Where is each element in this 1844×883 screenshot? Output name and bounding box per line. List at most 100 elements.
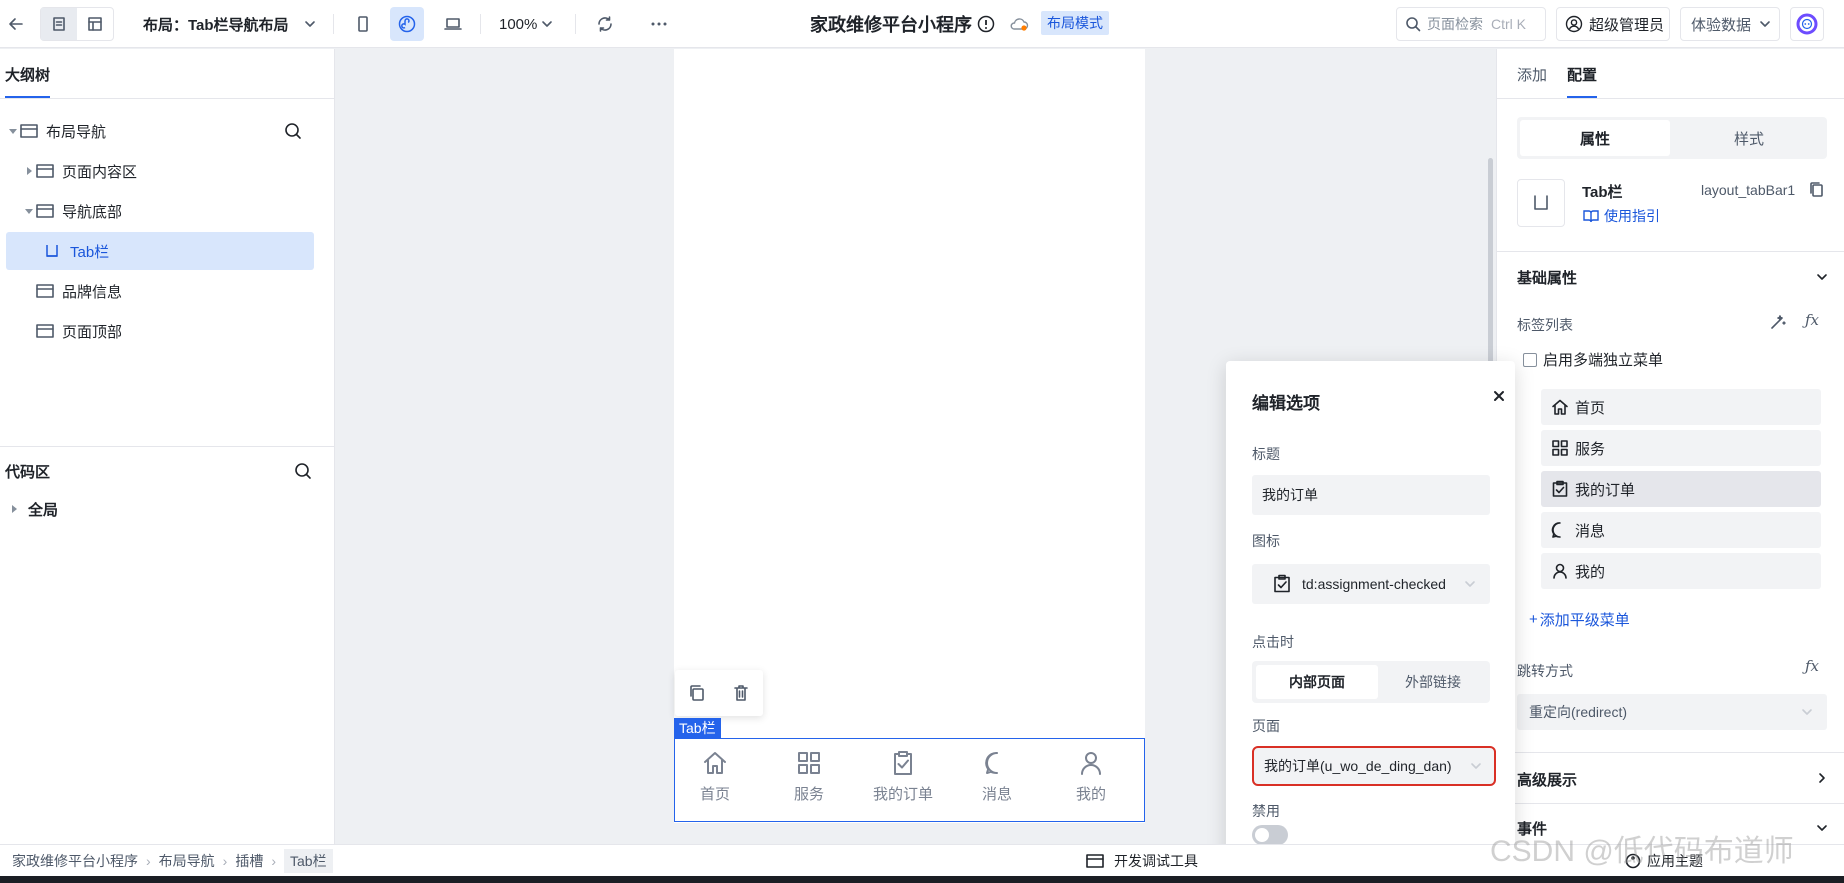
tab-messages[interactable]: 消息: [957, 749, 1037, 804]
checkbox-box[interactable]: [1523, 352, 1537, 367]
section-other-toggle[interactable]: [1815, 821, 1829, 835]
menu-item-service[interactable]: 服务: [1541, 430, 1821, 466]
right-panel: 添加 配置 属性 样式 Tab栏 layout_tabBar1 使用指引 基础属…: [1496, 49, 1844, 849]
copy-id-button[interactable]: [1809, 181, 1825, 199]
tree-node-page-content[interactable]: 页面内容区: [6, 152, 314, 190]
magic-wand-button[interactable]: [1769, 313, 1787, 331]
tab-add[interactable]: 添加: [1517, 49, 1547, 99]
tree-node-tabbar[interactable]: Tab栏: [6, 232, 314, 270]
magic-wand-icon: [1771, 315, 1786, 329]
close-button[interactable]: [1492, 389, 1506, 403]
laptop-icon: [444, 18, 462, 30]
outline-tab[interactable]: 大纲树: [5, 49, 50, 99]
layout-selector[interactable]: 布局：Tab栏导航布局: [143, 0, 317, 48]
chevron-down-icon: [1465, 581, 1475, 587]
tabbar-icon: [1534, 195, 1548, 210]
guide-link[interactable]: 使用指引: [1582, 206, 1660, 226]
tab-me[interactable]: 我的: [1051, 749, 1131, 804]
grid-icon: [1552, 440, 1568, 456]
code-node-global[interactable]: 全局: [10, 497, 58, 521]
breadcrumb-item[interactable]: 插槽: [235, 851, 263, 871]
menu-item-messages[interactable]: 消息: [1541, 512, 1821, 548]
icon-select-value: td:assignment-checked: [1302, 576, 1446, 592]
section-basic-toggle[interactable]: [1815, 270, 1829, 284]
segment-props[interactable]: 属性: [1520, 120, 1670, 156]
copy-icon[interactable]: [688, 684, 706, 702]
menu-item-label: 我的订单: [1575, 481, 1636, 499]
layout-view-button[interactable]: [77, 8, 113, 40]
breadcrumb-separator-icon: ›: [222, 853, 228, 869]
tabbar-icon: [46, 245, 58, 257]
page-view-button[interactable]: [41, 8, 77, 40]
multi-menu-checkbox[interactable]: 启用多端独立菜单: [1523, 349, 1663, 370]
user-name: 超级管理员: [1589, 16, 1665, 34]
tree-label: 布局导航: [46, 123, 107, 141]
more-icon: [651, 22, 667, 26]
miniprogram-icon: [398, 15, 416, 33]
tab-my-orders[interactable]: 我的订单: [863, 749, 943, 804]
back-button[interactable]: [2, 7, 30, 41]
add-menu-label: 添加平级菜单: [1539, 612, 1630, 629]
tab-label: 消息: [981, 786, 1012, 803]
book-icon: [1583, 210, 1599, 223]
page-select[interactable]: 我的订单(u_wo_de_ding_dan): [1252, 746, 1496, 786]
fx-button[interactable]: ƒx: [1805, 657, 1819, 675]
breadcrumb-item-current[interactable]: Tab栏: [284, 849, 333, 873]
segment-external-link[interactable]: 外部链接: [1380, 665, 1486, 699]
add-menu-button[interactable]: + 添加平级菜单: [1529, 609, 1630, 630]
user-menu[interactable]: 超级管理员: [1556, 7, 1670, 41]
tab-label: 首页: [699, 786, 730, 803]
outline-search-button[interactable]: [284, 122, 302, 140]
tab-config[interactable]: 配置: [1567, 49, 1597, 99]
tabbar-preview[interactable]: 首页 服务 我的订单 消息 我的: [674, 738, 1145, 822]
copy-icon: [1810, 182, 1823, 197]
tree-node-brand-info[interactable]: 品牌信息: [6, 272, 314, 310]
refresh-button[interactable]: [592, 7, 618, 41]
divider: [1497, 752, 1844, 753]
disabled-switch[interactable]: [1252, 825, 1288, 845]
caret-down-icon: [25, 209, 33, 214]
more-button[interactable]: [646, 7, 672, 41]
dialog-title: 编辑选项: [1252, 394, 1320, 413]
menu-item-label: 我的: [1575, 563, 1606, 581]
delete-icon[interactable]: [732, 684, 750, 702]
nav-mode-select[interactable]: 重定向(redirect): [1517, 694, 1827, 730]
section-basic-title: 基础属性: [1517, 270, 1578, 287]
selection-label: Tab栏: [674, 718, 721, 738]
menu-item-home[interactable]: 首页: [1541, 389, 1821, 425]
search-icon: [1406, 17, 1421, 32]
desktop-device-button[interactable]: [439, 7, 467, 41]
section-advanced-toggle[interactable]: [1815, 771, 1829, 785]
mobile-device-button[interactable]: [350, 7, 376, 41]
segment-internal-page[interactable]: 内部页面: [1256, 665, 1378, 699]
tree-label: Tab栏: [70, 243, 110, 261]
segment-style[interactable]: 样式: [1674, 120, 1824, 156]
devtools-button[interactable]: 开发调试工具: [1086, 845, 1198, 877]
icon-select[interactable]: td:assignment-checked: [1252, 564, 1490, 604]
container-icon: [20, 124, 38, 138]
tree-node-nav-bottom[interactable]: 导航底部: [6, 192, 314, 230]
chevron-down-icon: [1760, 21, 1770, 27]
tree-node-layout-nav[interactable]: 布局导航: [6, 112, 314, 150]
tree-node-page-top[interactable]: 页面顶部: [6, 312, 314, 350]
checkbox-label: 启用多端独立菜单: [1543, 352, 1664, 369]
tab-service[interactable]: 服务: [769, 749, 849, 804]
info-button[interactable]: [976, 7, 996, 41]
miniprogram-device-button[interactable]: [390, 7, 424, 41]
ai-assistant-button[interactable]: [1790, 7, 1824, 41]
menu-item-me[interactable]: 我的: [1541, 553, 1821, 589]
fx-button[interactable]: ƒx: [1805, 311, 1819, 329]
assignment-checked-icon: [1552, 480, 1568, 497]
breadcrumb-item[interactable]: 家政维修平台小程序: [12, 851, 138, 871]
title-input[interactable]: 我的订单: [1252, 475, 1490, 515]
home-icon: [704, 752, 726, 774]
tree-label: 品牌信息: [62, 283, 123, 301]
menu-item-my-orders[interactable]: 我的订单: [1541, 471, 1821, 507]
switch-knob: [1255, 828, 1269, 842]
code-search-button[interactable]: [294, 462, 312, 480]
tab-home[interactable]: 首页: [675, 749, 755, 804]
page-search-box[interactable]: 页面检索 Ctrl K: [1396, 7, 1546, 41]
breadcrumb-item[interactable]: 布局导航: [159, 851, 215, 871]
data-mode-select[interactable]: 体验数据: [1680, 7, 1780, 41]
zoom-selector[interactable]: 100%: [499, 0, 553, 48]
